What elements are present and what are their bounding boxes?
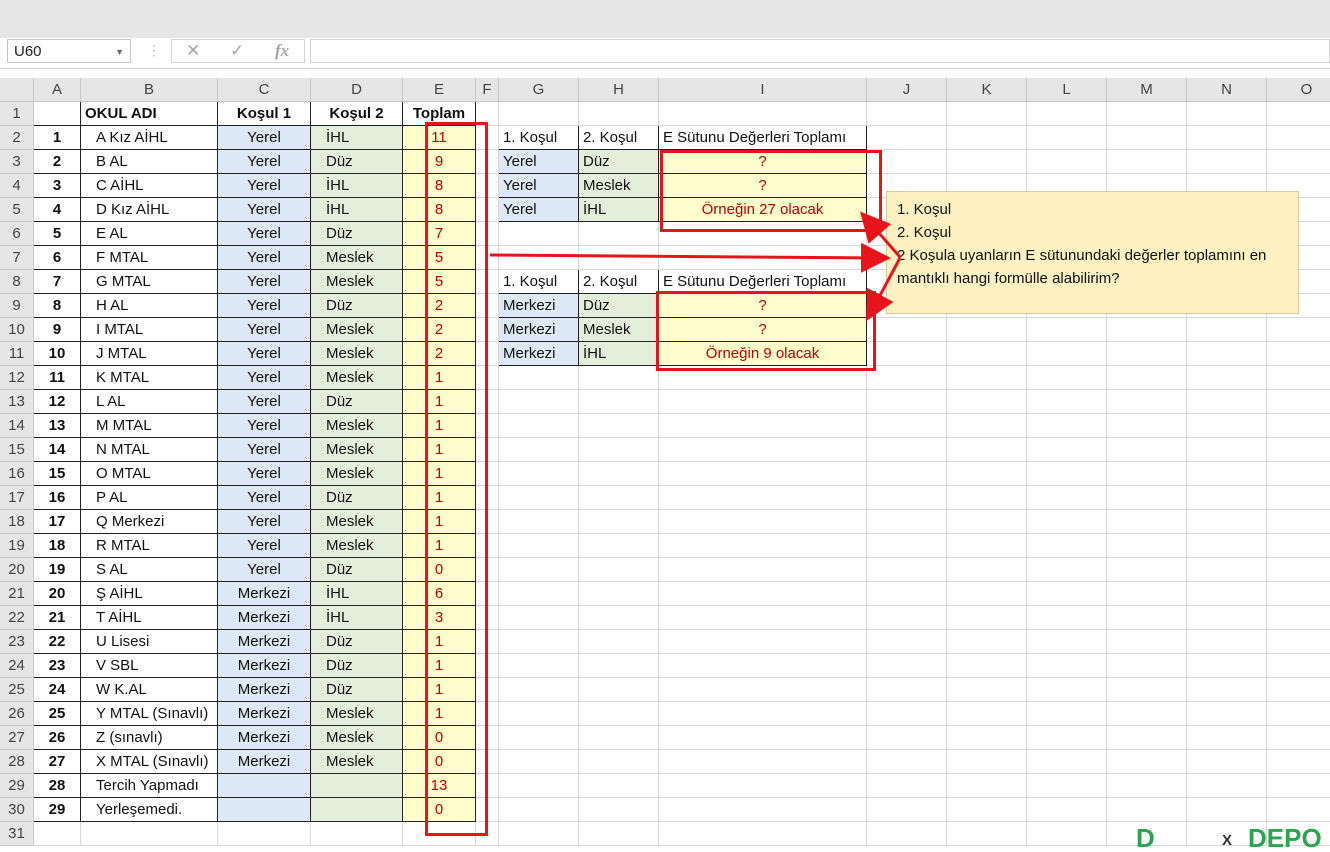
svg-text:X: X <box>1222 832 1232 849</box>
svg-text:D: D <box>1136 823 1155 851</box>
excel-depo-logo: D X DEPO <box>1136 823 1322 851</box>
callout-arrows <box>489 211 902 322</box>
arrow-to-note <box>489 242 891 273</box>
arrow-to-summary-1 <box>860 211 902 258</box>
arrow-to-summary-2 <box>866 257 902 322</box>
svg-text:DEPO: DEPO <box>1248 823 1322 851</box>
watermark-logo: D X DEPO <box>1136 822 1326 852</box>
